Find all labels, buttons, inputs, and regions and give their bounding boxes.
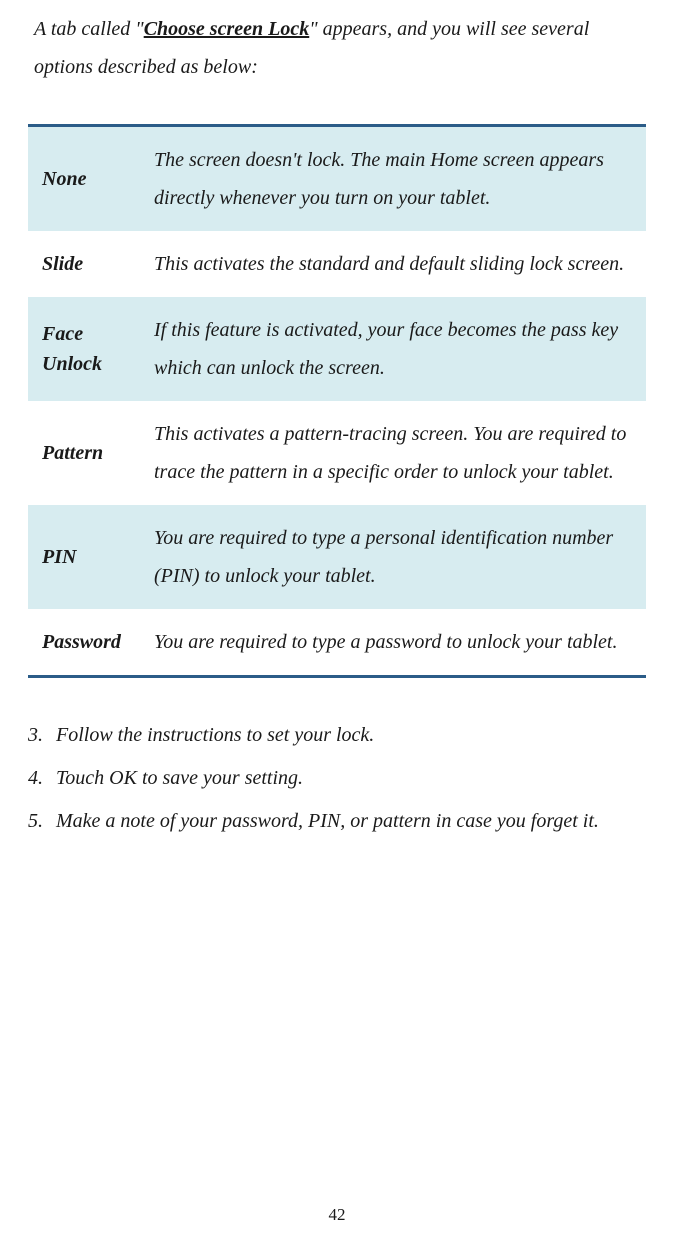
step-text: Touch OK to save your setting. bbox=[56, 759, 646, 798]
option-label: Slide bbox=[28, 231, 148, 297]
table-row: PIN You are required to type a personal … bbox=[28, 505, 646, 609]
option-description: You are required to type a password to u… bbox=[148, 609, 646, 675]
step-text: Follow the instructions to set your lock… bbox=[56, 716, 646, 755]
option-label: Pattern bbox=[28, 401, 148, 505]
option-label: Face Unlock bbox=[28, 297, 148, 401]
step-item: 3. Follow the instructions to set your l… bbox=[28, 716, 646, 755]
table-row: Pattern This activates a pattern-tracing… bbox=[28, 401, 646, 505]
option-description: This activates a pattern-tracing screen.… bbox=[148, 401, 646, 505]
option-description: This activates the standard and default … bbox=[148, 231, 646, 297]
step-number: 3. bbox=[28, 716, 56, 755]
options-table: None The screen doesn't lock. The main H… bbox=[28, 124, 646, 678]
table-row: Slide This activates the standard and de… bbox=[28, 231, 646, 297]
page-number: 42 bbox=[0, 1205, 674, 1225]
step-item: 4. Touch OK to save your setting. bbox=[28, 759, 646, 798]
intro-bold: Choose screen Lock bbox=[144, 18, 310, 40]
table-row: Password You are required to type a pass… bbox=[28, 609, 646, 675]
step-number: 4. bbox=[28, 759, 56, 798]
option-description: You are required to type a personal iden… bbox=[148, 505, 646, 609]
table-row: None The screen doesn't lock. The main H… bbox=[28, 127, 646, 231]
option-label: None bbox=[28, 127, 148, 231]
table-row: Face Unlock If this feature is activated… bbox=[28, 297, 646, 401]
intro-before: A tab called " bbox=[34, 18, 144, 40]
step-text: Make a note of your password, PIN, or pa… bbox=[56, 802, 646, 841]
steps-list: 3. Follow the instructions to set your l… bbox=[28, 716, 646, 841]
option-description: The screen doesn't lock. The main Home s… bbox=[148, 127, 646, 231]
step-item: 5. Make a note of your password, PIN, or… bbox=[28, 802, 646, 841]
option-label: Password bbox=[28, 609, 148, 675]
option-description: If this feature is activated, your face … bbox=[148, 297, 646, 401]
step-number: 5. bbox=[28, 802, 56, 841]
option-label: PIN bbox=[28, 505, 148, 609]
intro-paragraph: A tab called "Choose screen Lock" appear… bbox=[28, 10, 646, 86]
